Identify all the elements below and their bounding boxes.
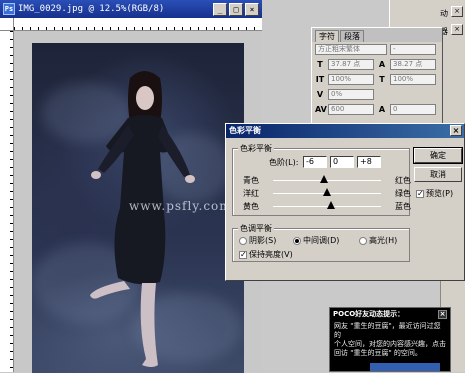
photoshop-icon: Ps: [3, 3, 15, 15]
radio-selected-icon[interactable]: [293, 236, 301, 245]
minimize-button[interactable]: _: [213, 2, 227, 16]
slider-right-label: 蓝色: [395, 202, 411, 211]
horizontal-scale-field[interactable]: 100%: [390, 74, 436, 85]
midtones-radio[interactable]: 中间调(D): [293, 235, 339, 246]
cyan-red-slider[interactable]: 青色 红色: [243, 174, 411, 186]
vertical-scale-icon: IT: [315, 74, 325, 84]
close-button[interactable]: ×: [245, 2, 259, 16]
shadows-radio[interactable]: 阴影(S): [239, 235, 276, 246]
document-title: IMG_0029.jpg @ 12.5%(RGB/8): [18, 4, 165, 14]
tab-character[interactable]: 字符: [315, 30, 339, 42]
radio-label: 高光(H): [369, 236, 398, 245]
popup-footer-bar: [370, 363, 440, 371]
tone-balance-group: 色调平衡 阴影(S) 中间调(D) 高光(H) ✓ 保持亮度(V): [232, 223, 410, 262]
horizontal-ruler[interactable]: [14, 18, 262, 31]
slider-left-label: 洋红: [243, 189, 259, 198]
radio-icon[interactable]: [239, 236, 247, 245]
font-size-field[interactable]: 37.87 点: [328, 59, 374, 70]
yellow-blue-slider[interactable]: 黄色 蓝色: [243, 200, 411, 212]
slider-right-label: 绿色: [395, 189, 411, 198]
checkbox-label: 预览(P): [426, 189, 454, 198]
maximize-button[interactable]: □: [229, 2, 243, 16]
vertical-ruler[interactable]: [0, 31, 14, 372]
popup-line: 网友 "重生的豆腐"，最近访问过您的: [334, 322, 441, 339]
document-titlebar[interactable]: Ps IMG_0029.jpg @ 12.5%(RGB/8) _ □ ×: [0, 0, 262, 18]
popup-line: 回访 "重生的豆腐" 的空间。: [334, 349, 422, 357]
dialog-close-button[interactable]: ×: [450, 125, 462, 136]
color-balance-group-label: 色彩平衡: [238, 143, 274, 154]
color-balance-dialog: 色彩平衡 × 色彩平衡 色阶(L): -6 0 +8 青色 红色 洋红 绿色 黄…: [225, 123, 465, 281]
document-window: Ps IMG_0029.jpg @ 12.5%(RGB/8) _ □ × www…: [0, 0, 262, 373]
ok-button[interactable]: 确定: [413, 147, 463, 164]
slider-left-label: 青色: [243, 176, 259, 185]
panel-label: 动: [440, 9, 448, 18]
color-balance-group: 色彩平衡 色阶(L): -6 0 +8 青色 红色 洋红 绿色 黄色 蓝色: [232, 143, 411, 216]
magenta-green-level-input[interactable]: 0: [330, 156, 354, 168]
font-size-icon: T: [317, 59, 323, 69]
vertical-scale-field[interactable]: 100%: [328, 74, 374, 85]
popup-title: POCO好友动态提示：: [333, 310, 405, 318]
character-panel-tabs: 字符 段落: [312, 28, 442, 42]
preserve-luminosity-checkbox[interactable]: ✓ 保持亮度(V): [239, 249, 293, 260]
checkbox-checked-icon[interactable]: ✓: [239, 250, 247, 259]
tracking-icon: AV: [315, 104, 327, 114]
kerning-icon: V: [316, 89, 324, 99]
radio-label: 中间调(D): [303, 236, 340, 245]
levels-label: 色阶(L):: [269, 158, 299, 167]
slider-right-label: 红色: [395, 176, 411, 185]
cyan-red-level-input[interactable]: -6: [303, 156, 327, 168]
preview-checkbox[interactable]: ✓ 预览(P): [416, 188, 453, 199]
slider-thumb[interactable]: [327, 201, 336, 209]
slider-thumb[interactable]: [319, 175, 328, 183]
tab-paragraph[interactable]: 段落: [340, 30, 364, 42]
font-family-select[interactable]: 方正粗宋繁体: [315, 44, 387, 55]
tone-balance-group-label: 色调平衡: [238, 223, 274, 234]
baseline-field[interactable]: 0: [390, 104, 436, 115]
horizontal-scale-icon: T: [379, 74, 385, 84]
dialog-title: 色彩平衡: [229, 126, 261, 135]
panel-close-icon[interactable]: ×: [451, 24, 463, 35]
dialog-titlebar[interactable]: 色彩平衡 ×: [226, 124, 464, 138]
cancel-button[interactable]: 取消: [414, 167, 462, 182]
radio-label: 阴影(S): [249, 236, 277, 245]
notification-popup[interactable]: POCO好友动态提示： × 网友 "重生的豆腐"，最近访问过您的 个人空间，对您…: [329, 307, 451, 372]
slider-thumb[interactable]: [323, 188, 331, 196]
watermark-text: www.psfly.com: [129, 199, 232, 213]
panel-close-icon[interactable]: ×: [451, 6, 463, 17]
kerning-field[interactable]: 0%: [328, 89, 374, 100]
leading-field[interactable]: 38.27 点: [390, 59, 436, 70]
ruler-corner[interactable]: [0, 18, 14, 31]
character-panel: 字符 段落 方正粗宋繁体 - T 37.87 点 A 38.27 点 IT 10…: [311, 27, 443, 127]
radio-icon[interactable]: [359, 236, 367, 245]
checkbox-label: 保持亮度(V): [249, 250, 293, 259]
highlights-radio[interactable]: 高光(H): [359, 235, 397, 246]
checkbox-checked-icon[interactable]: ✓: [416, 189, 424, 198]
tracking-field[interactable]: 600: [328, 104, 374, 115]
popup-line: 个人空间，对您的内容感兴趣，点击: [334, 340, 446, 348]
yellow-blue-level-input[interactable]: +8: [357, 156, 381, 168]
baseline-icon: A: [378, 104, 386, 114]
font-style-select[interactable]: -: [390, 44, 436, 55]
popup-close-icon[interactable]: ×: [438, 309, 447, 319]
slider-left-label: 黄色: [243, 202, 259, 211]
leading-icon: A: [378, 59, 386, 69]
magenta-green-slider[interactable]: 洋红 绿色: [243, 187, 411, 199]
